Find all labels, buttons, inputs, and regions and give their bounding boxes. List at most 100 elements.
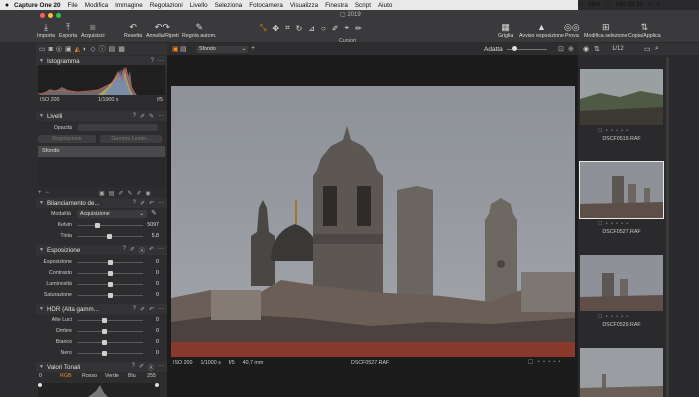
brush-icon[interactable]: ✐ xyxy=(140,113,145,120)
select-cursor-icon[interactable]: ⤡ xyxy=(260,23,266,33)
thumbnail-2-selected[interactable] xyxy=(579,161,664,219)
eye-icon[interactable]: ◉ xyxy=(583,45,589,53)
help-icon[interactable]: ? xyxy=(123,246,126,255)
select-checkbox[interactable]: ☐ xyxy=(528,359,533,366)
annotation-cursor-icon[interactable]: ✏ xyxy=(355,24,362,33)
color-tab-icon[interactable]: ◐ xyxy=(83,46,87,53)
hdr-section-header[interactable]: ▼ HDR (Alta gamm... ? ✐ ↶ ··· xyxy=(36,304,167,314)
channel-green-tab[interactable]: Verde xyxy=(105,373,119,379)
thumbnail-2-rating[interactable]: ☐ • • • • • xyxy=(598,221,648,227)
wb-picker-icon[interactable]: ✎ xyxy=(151,209,157,217)
reset-icon[interactable]: ↶ xyxy=(149,306,154,313)
brush-icon[interactable]: ✐ xyxy=(139,363,144,372)
black-value[interactable]: 0 xyxy=(156,350,159,356)
zoom-100-icon[interactable]: ⊡ xyxy=(558,45,564,53)
menu-aiuto[interactable]: Aiuto xyxy=(378,2,392,9)
battery-icon[interactable]: ▭ xyxy=(605,2,611,9)
star-rating[interactable]: • • • • • xyxy=(538,359,561,365)
opacity-slider[interactable] xyxy=(78,124,158,131)
lens-tab-icon[interactable]: ◎ xyxy=(56,45,62,53)
channel-red-tab[interactable]: Rosso xyxy=(82,373,97,379)
kelvin-value[interactable]: 5097 xyxy=(147,222,159,228)
exposure-warning-button[interactable]: ▲ Avviso esposizione xyxy=(519,22,564,39)
sort-icon[interactable]: ⇅ xyxy=(594,45,600,53)
export-button[interactable]: ⤒ Esporta xyxy=(59,22,77,39)
picker-cursor-icon[interactable]: ⌖ xyxy=(345,23,350,33)
contrast-slider[interactable] xyxy=(108,271,113,276)
fill-mask-icon[interactable]: ▤ xyxy=(109,190,115,197)
reset-icon[interactable]: ↶ xyxy=(149,200,154,207)
more-icon[interactable]: ··· xyxy=(158,58,164,64)
layers-section-header[interactable]: ▼ Livelli ? ✐ ✎ ··· xyxy=(36,111,167,121)
levels-white-handle[interactable] xyxy=(155,383,159,387)
adjustment-button[interactable]: Regolazione xyxy=(38,135,96,143)
search-icon[interactable]: ⌕ xyxy=(655,45,659,53)
add-layer-icon[interactable]: + xyxy=(38,190,42,196)
zoom-window-button[interactable] xyxy=(56,13,61,18)
saturation-value[interactable]: 0 xyxy=(156,292,159,298)
viewer-layer-select[interactable]: Sfondo ⌄ xyxy=(196,46,248,53)
composition-tab-icon[interactable]: ▣ xyxy=(65,45,72,53)
thumbnail-3-rating[interactable]: ☐ • • • • • xyxy=(598,314,648,320)
thumbnail-3[interactable] xyxy=(580,255,663,311)
brush-icon[interactable]: ✐ xyxy=(140,200,145,207)
saturation-slider[interactable] xyxy=(108,293,113,298)
capture-tab-icon[interactable]: ◙ xyxy=(49,46,53,53)
close-window-button[interactable] xyxy=(40,13,45,18)
channel-blue-tab[interactable]: Blu xyxy=(128,373,136,379)
menu-list-icon[interactable]: ≡ xyxy=(656,2,660,8)
levels-black-handle[interactable] xyxy=(38,383,42,387)
help-icon[interactable]: ? xyxy=(133,200,136,207)
menu-visualizza[interactable]: Visualizza xyxy=(290,2,318,9)
tint-slider[interactable] xyxy=(107,234,112,239)
keystone-cursor-icon[interactable]: ⊿ xyxy=(308,24,315,33)
spot-cursor-icon[interactable]: ○ xyxy=(321,24,326,33)
thumbnail-1[interactable] xyxy=(580,69,663,125)
shadows-slider[interactable] xyxy=(102,329,107,334)
zoom-fit-label[interactable]: Adatta xyxy=(484,46,503,53)
remove-layer-icon[interactable]: − xyxy=(46,190,50,196)
tint-value[interactable]: 5,8 xyxy=(152,233,159,239)
undo-redo-button[interactable]: ↶↷ Annulla/Ripeti xyxy=(146,22,179,39)
menu-app-name[interactable]: Capture One 20 xyxy=(14,2,61,9)
kelvin-slider[interactable] xyxy=(95,223,100,228)
channel-rgb-tab[interactable]: RGB xyxy=(60,373,71,379)
eraser-icon[interactable]: ✎ xyxy=(149,113,154,120)
exposure-value[interactable]: 0 xyxy=(156,259,159,265)
more-icon[interactable]: ··· xyxy=(158,200,164,207)
menu-fotocamera[interactable]: Fotocamera xyxy=(249,2,283,9)
menu-modifica[interactable]: Modifica xyxy=(85,2,108,9)
white-balance-section-header[interactable]: ▼ Bilanciamento de... ? ✐ ↶ ··· xyxy=(36,198,167,208)
view-mode-icon[interactable]: ▭ xyxy=(644,45,651,53)
proof-button[interactable]: ◎◎ Prova xyxy=(564,22,580,39)
layer-mask-icon[interactable]: ▣ xyxy=(99,190,105,197)
luma-range-button[interactable]: Gamma Lumin... xyxy=(100,135,162,143)
add-layer-icon[interactable]: + xyxy=(251,45,255,52)
single-view-icon[interactable]: ▣ xyxy=(172,45,179,53)
levels-section-header[interactable]: ▼ Valori Tonali ? ✐ Ⓐ ··· xyxy=(36,362,167,372)
brush-cursor-icon[interactable]: ✐ xyxy=(332,24,339,33)
multi-view-icon[interactable]: ▤ xyxy=(180,45,187,53)
details-tab-icon[interactable]: ◇ xyxy=(90,45,95,53)
brightness-slider[interactable] xyxy=(108,282,113,287)
highlights-value[interactable]: 0 xyxy=(156,317,159,323)
brush-mask-icon[interactable]: ✐ xyxy=(118,190,123,197)
exposure-tab-icon[interactable]: ◭ xyxy=(75,45,80,53)
white-slider[interactable] xyxy=(102,340,107,345)
menu-finestra[interactable]: Finestra xyxy=(325,2,348,9)
auto-icon[interactable]: Ⓐ xyxy=(139,246,145,255)
pan-cursor-icon[interactable]: ✥ xyxy=(272,24,279,33)
help-icon[interactable]: ? xyxy=(151,58,154,64)
brightness-value[interactable]: 0 xyxy=(156,281,159,287)
white-value[interactable]: 0 xyxy=(156,339,159,345)
grid-button[interactable]: ▦ Griglia xyxy=(498,22,513,39)
capture-button[interactable]: ◙ Acquisisci xyxy=(81,22,105,39)
help-icon[interactable]: ? xyxy=(132,363,135,372)
black-slider[interactable] xyxy=(102,351,107,356)
batch-tab-icon[interactable]: ▦ xyxy=(118,45,125,53)
menu-seleziona[interactable]: Seleziona xyxy=(215,2,243,9)
menu-file[interactable]: File xyxy=(68,2,78,9)
apple-icon[interactable]: ● xyxy=(0,2,14,9)
wb-mode-dropdown[interactable]: Acquisizione ⌄ xyxy=(77,210,147,218)
browser-scrollbar[interactable] xyxy=(666,57,669,397)
